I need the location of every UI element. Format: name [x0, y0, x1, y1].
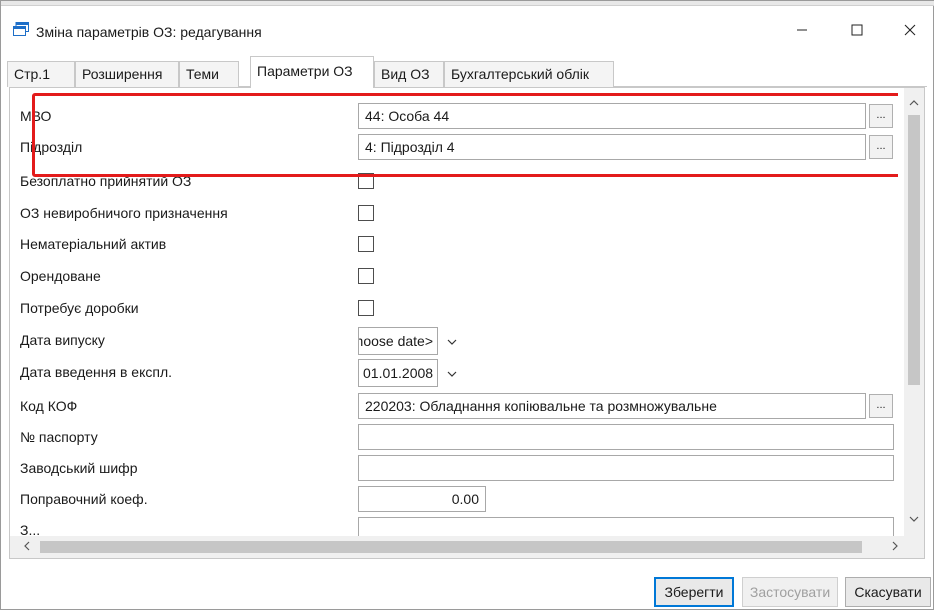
row-passport-no: № паспорту [20, 422, 898, 453]
minimize-button[interactable] [779, 12, 825, 48]
maximize-icon [851, 24, 863, 36]
needs-rework-checkbox[interactable] [358, 300, 374, 316]
correction-coef-field[interactable]: 0.00 [358, 486, 486, 512]
vertical-scrollbar[interactable] [904, 88, 924, 536]
release-date-value: <Choose date> [359, 333, 433, 349]
row-leased: Орендоване [20, 261, 898, 292]
row-non-production: ОЗ невиробничого призначення [20, 198, 898, 229]
mvo-label: МВО [20, 108, 52, 124]
row-release-date: Дата випуску <Choose date> [20, 325, 898, 356]
scroll-down-button[interactable] [904, 510, 924, 528]
row-mvo: МВО 44: Особа 44 ... [20, 101, 898, 132]
window-app-icon [13, 22, 29, 36]
passport-no-label: № паспорту [20, 429, 98, 445]
row-needs-rework: Потребує доробки [20, 293, 898, 324]
free-accepted-checkbox[interactable] [358, 173, 374, 189]
commission-date-value: 01.01.2008 [363, 365, 434, 381]
tab-fixed-asset-params[interactable]: Параметри ОЗ [250, 56, 374, 88]
window-title: Зміна параметрів ОЗ: редагування [36, 24, 262, 40]
commission-date-field[interactable]: 01.01.2008 [358, 359, 438, 387]
dialog-window: Зміна параметрів ОЗ: редагування Стр.1 Р… [0, 0, 934, 610]
row-kof-code: Код КОФ 220203: Обладнання копіювальне т… [20, 391, 898, 422]
tab-page1[interactable]: Стр.1 [7, 61, 75, 87]
chevron-right-icon [892, 541, 898, 551]
minimize-icon [797, 29, 807, 31]
leased-checkbox[interactable] [358, 268, 374, 284]
free-accepted-label: Безоплатно прийнятий ОЗ [20, 173, 192, 189]
kof-code-label: Код КОФ [20, 398, 78, 414]
release-date-label: Дата випуску [20, 332, 105, 348]
row-commission-date: Дата введення в експл. 01.01.2008 [20, 357, 898, 388]
row-subdivision: Підрозділ 4: Підрозділ 4 ... [20, 132, 898, 163]
form-area: МВО 44: Особа 44 ... Підрозділ 4: Підроз… [20, 88, 898, 536]
scroll-up-button[interactable] [904, 94, 924, 112]
subdivision-browse-button[interactable]: ... [869, 135, 893, 159]
needs-rework-label: Потребує доробки [20, 300, 139, 316]
subdivision-field[interactable]: 4: Підрозділ 4 [358, 134, 866, 160]
chevron-down-icon [909, 516, 919, 522]
scroll-left-button[interactable] [18, 538, 36, 556]
row-factory-code: Заводський шифр [20, 453, 898, 484]
row-partial: З... [20, 515, 898, 536]
factory-code-label: Заводський шифр [20, 460, 138, 476]
mvo-browse-button[interactable]: ... [869, 104, 893, 128]
chevron-left-icon [24, 541, 30, 551]
kof-code-browse-button[interactable]: ... [869, 394, 893, 418]
kof-code-field[interactable]: 220203: Обладнання копіювальне та розмно… [358, 393, 866, 419]
subdivision-label: Підрозділ [20, 139, 83, 155]
correction-coef-label: Поправочний коеф. [20, 491, 148, 507]
tab-accounting[interactable]: Бухгалтерський облік [444, 61, 614, 87]
tab-panel: МВО 44: Особа 44 ... Підрозділ 4: Підроз… [9, 87, 925, 559]
close-icon [904, 24, 916, 36]
close-button[interactable] [887, 12, 933, 48]
non-production-label: ОЗ невиробничого призначення [20, 205, 228, 221]
leased-label: Орендоване [20, 268, 101, 284]
intangible-label: Нематеріальний актив [20, 236, 167, 252]
factory-code-field[interactable] [358, 455, 894, 481]
scroll-right-button[interactable] [886, 538, 904, 556]
tab-asset-type[interactable]: Вид ОЗ [374, 61, 444, 87]
partial-row-field[interactable] [358, 517, 894, 536]
commission-date-dropdown-button[interactable] [440, 359, 464, 387]
save-button[interactable]: Зберегти [654, 577, 734, 607]
apply-button[interactable]: Застосувати [742, 577, 838, 607]
tab-topics[interactable]: Теми [179, 61, 239, 87]
intangible-checkbox[interactable] [358, 236, 374, 252]
cancel-button[interactable]: Скасувати [845, 577, 931, 607]
vertical-scroll-thumb[interactable] [908, 115, 920, 385]
chevron-down-icon [447, 371, 457, 377]
chevron-up-icon [909, 100, 919, 106]
row-correction-coef: Поправочний коеф. 0.00 [20, 484, 898, 515]
release-date-field[interactable]: <Choose date> [358, 327, 438, 355]
maximize-button[interactable] [834, 12, 880, 48]
title-bar[interactable]: Зміна параметрів ОЗ: редагування [1, 6, 933, 50]
chevron-down-icon [447, 339, 457, 345]
row-intangible: Нематеріальний актив [20, 229, 898, 260]
tab-extensions[interactable]: Розширення [75, 61, 179, 87]
passport-no-field[interactable] [358, 424, 894, 450]
non-production-checkbox[interactable] [358, 205, 374, 221]
horizontal-scroll-thumb[interactable] [40, 541, 862, 553]
row-free-accepted: Безоплатно прийнятий ОЗ [20, 166, 898, 197]
release-date-dropdown-button[interactable] [440, 327, 464, 355]
mvo-field[interactable]: 44: Особа 44 [358, 103, 866, 129]
tab-bar: Стр.1 Розширення Теми Параметри ОЗ Вид О… [7, 56, 927, 88]
partial-row-label: З... [20, 522, 41, 536]
commission-date-label: Дата введення в експл. [20, 364, 173, 380]
horizontal-scrollbar[interactable] [10, 536, 924, 558]
